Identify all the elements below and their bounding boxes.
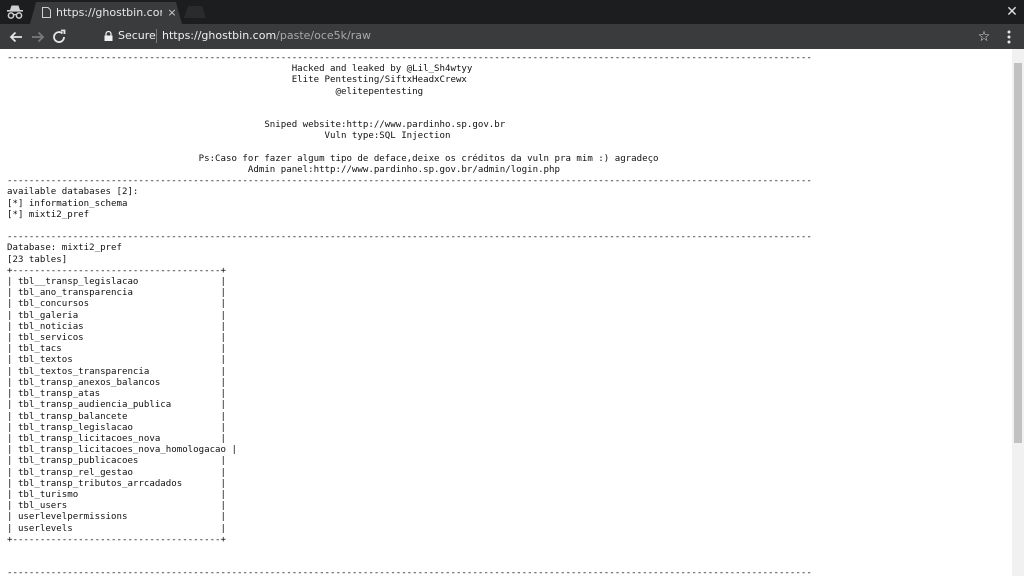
paste-line: | tbl_servicos | — [7, 333, 226, 344]
paste-line: | tbl_transp_licitacoes_nova_homologacao… — [7, 445, 237, 456]
paste-line: +--------------------------------------+ — [7, 534, 226, 545]
paste-line: | tbl_transp_atas | — [7, 389, 226, 400]
raw-paste-text: ----------------------------------------… — [0, 49, 1012, 576]
window-close-button[interactable]: ✕ — [1004, 4, 1020, 20]
paste-line: | tbl__transp_legislacao | — [7, 277, 226, 288]
paste-line: | tbl_transp_rel_gestao | — [7, 467, 226, 478]
paste-line: Elite Pentesting/SiftxHeadxCrewx — [7, 75, 467, 86]
incognito-icon — [7, 5, 23, 19]
paste-line: | tbl_users | — [7, 501, 226, 512]
bookmark-star-icon[interactable]: ☆ — [976, 28, 992, 46]
paste-line: Vuln type:SQL Injection — [7, 131, 451, 142]
paste-line: +--------------------------------------+ — [7, 265, 226, 276]
paste-line: [23 tables] — [7, 254, 68, 265]
paste-line: | tbl_transp_licitacoes_nova | — [7, 433, 226, 444]
paste-line: ----------------------------------------… — [7, 568, 812, 576]
paste-line: | tbl_transp_legislacao | — [7, 422, 226, 433]
tab-ghostbin[interactable]: https://ghostbin.com × — [30, 2, 182, 24]
paste-line: ----------------------------------------… — [7, 53, 812, 63]
url-text[interactable]: https://ghostbin.com/paste/oce5k/raw — [162, 29, 371, 43]
paste-line: available databases [2]: — [7, 187, 139, 198]
paste-line: | tbl_turismo | — [7, 489, 226, 500]
paste-line: | tbl_transp_balancete | — [7, 411, 226, 422]
forward-arrow-icon[interactable] — [29, 28, 47, 46]
paste-line: [*] mixti2_pref — [7, 209, 90, 220]
menu-dots-icon[interactable] — [1002, 28, 1016, 46]
reload-icon[interactable] — [50, 28, 68, 46]
paste-line: | tbl_concursos | — [7, 299, 226, 310]
paste-line: | tbl_tacs | — [7, 344, 226, 355]
lock-icon — [104, 31, 113, 41]
paste-line: | userlevels | — [7, 523, 226, 534]
scrollbar-thumb[interactable] — [1014, 63, 1022, 443]
paste-line: | tbl_ano_transparencia | — [7, 288, 226, 299]
paste-line: Database: mixti2_pref — [7, 243, 122, 254]
tab-title: https://ghostbin.com — [56, 6, 162, 19]
paste-line: | tbl_galeria | — [7, 310, 226, 321]
paste-line: Sniped website:http://www.pardinho.sp.go… — [7, 120, 506, 131]
paste-line: | tbl_transp_audiencia_publica | — [7, 400, 226, 411]
paste-line: ----------------------------------------… — [7, 232, 812, 243]
security-label: Secure — [118, 29, 156, 42]
omnibox-divider — [156, 29, 157, 43]
paste-line: | tbl_transp_anexos_balancos | — [7, 377, 226, 388]
paste-line: | tbl_textos | — [7, 355, 226, 366]
paste-line: Admin panel:http://www.pardinho.sp.gov.b… — [7, 165, 560, 176]
paste-line: | tbl_textos_transparencia | — [7, 366, 226, 377]
page-icon — [42, 7, 51, 18]
paste-line: Hacked and leaked by @Lil_Sh4wtyy — [7, 64, 473, 75]
paste-line: | tbl_transp_tributos_arrcadados | — [7, 478, 226, 489]
back-arrow-icon[interactable] — [7, 28, 25, 46]
browser-toolbar: Secure https://ghostbin.com/paste/oce5k/… — [0, 24, 1024, 49]
vertical-scrollbar[interactable] — [1012, 49, 1024, 576]
paste-line: | tbl_transp_publicacoes | — [7, 456, 226, 467]
address-bar[interactable]: Secure https://ghostbin.com/paste/oce5k/… — [74, 26, 998, 46]
page-viewport: ----------------------------------------… — [0, 49, 1012, 576]
tab-strip: https://ghostbin.com × ✕ — [0, 0, 1024, 24]
url-host: https://ghostbin.com — [162, 29, 277, 42]
new-tab-button[interactable] — [184, 6, 206, 18]
url-path: /paste/oce5k/raw — [276, 29, 371, 42]
tab-close-button[interactable]: × — [166, 6, 178, 20]
paste-line: @elitepentesting — [7, 86, 424, 97]
paste-line: Ps:Caso for fazer algum tipo de deface,d… — [7, 153, 659, 164]
paste-line: | tbl_noticias | — [7, 321, 226, 332]
paste-line: ----------------------------------------… — [7, 176, 812, 187]
paste-line: | userlevelpermissions | — [7, 512, 226, 523]
paste-line: [*] information_schema — [7, 198, 128, 209]
